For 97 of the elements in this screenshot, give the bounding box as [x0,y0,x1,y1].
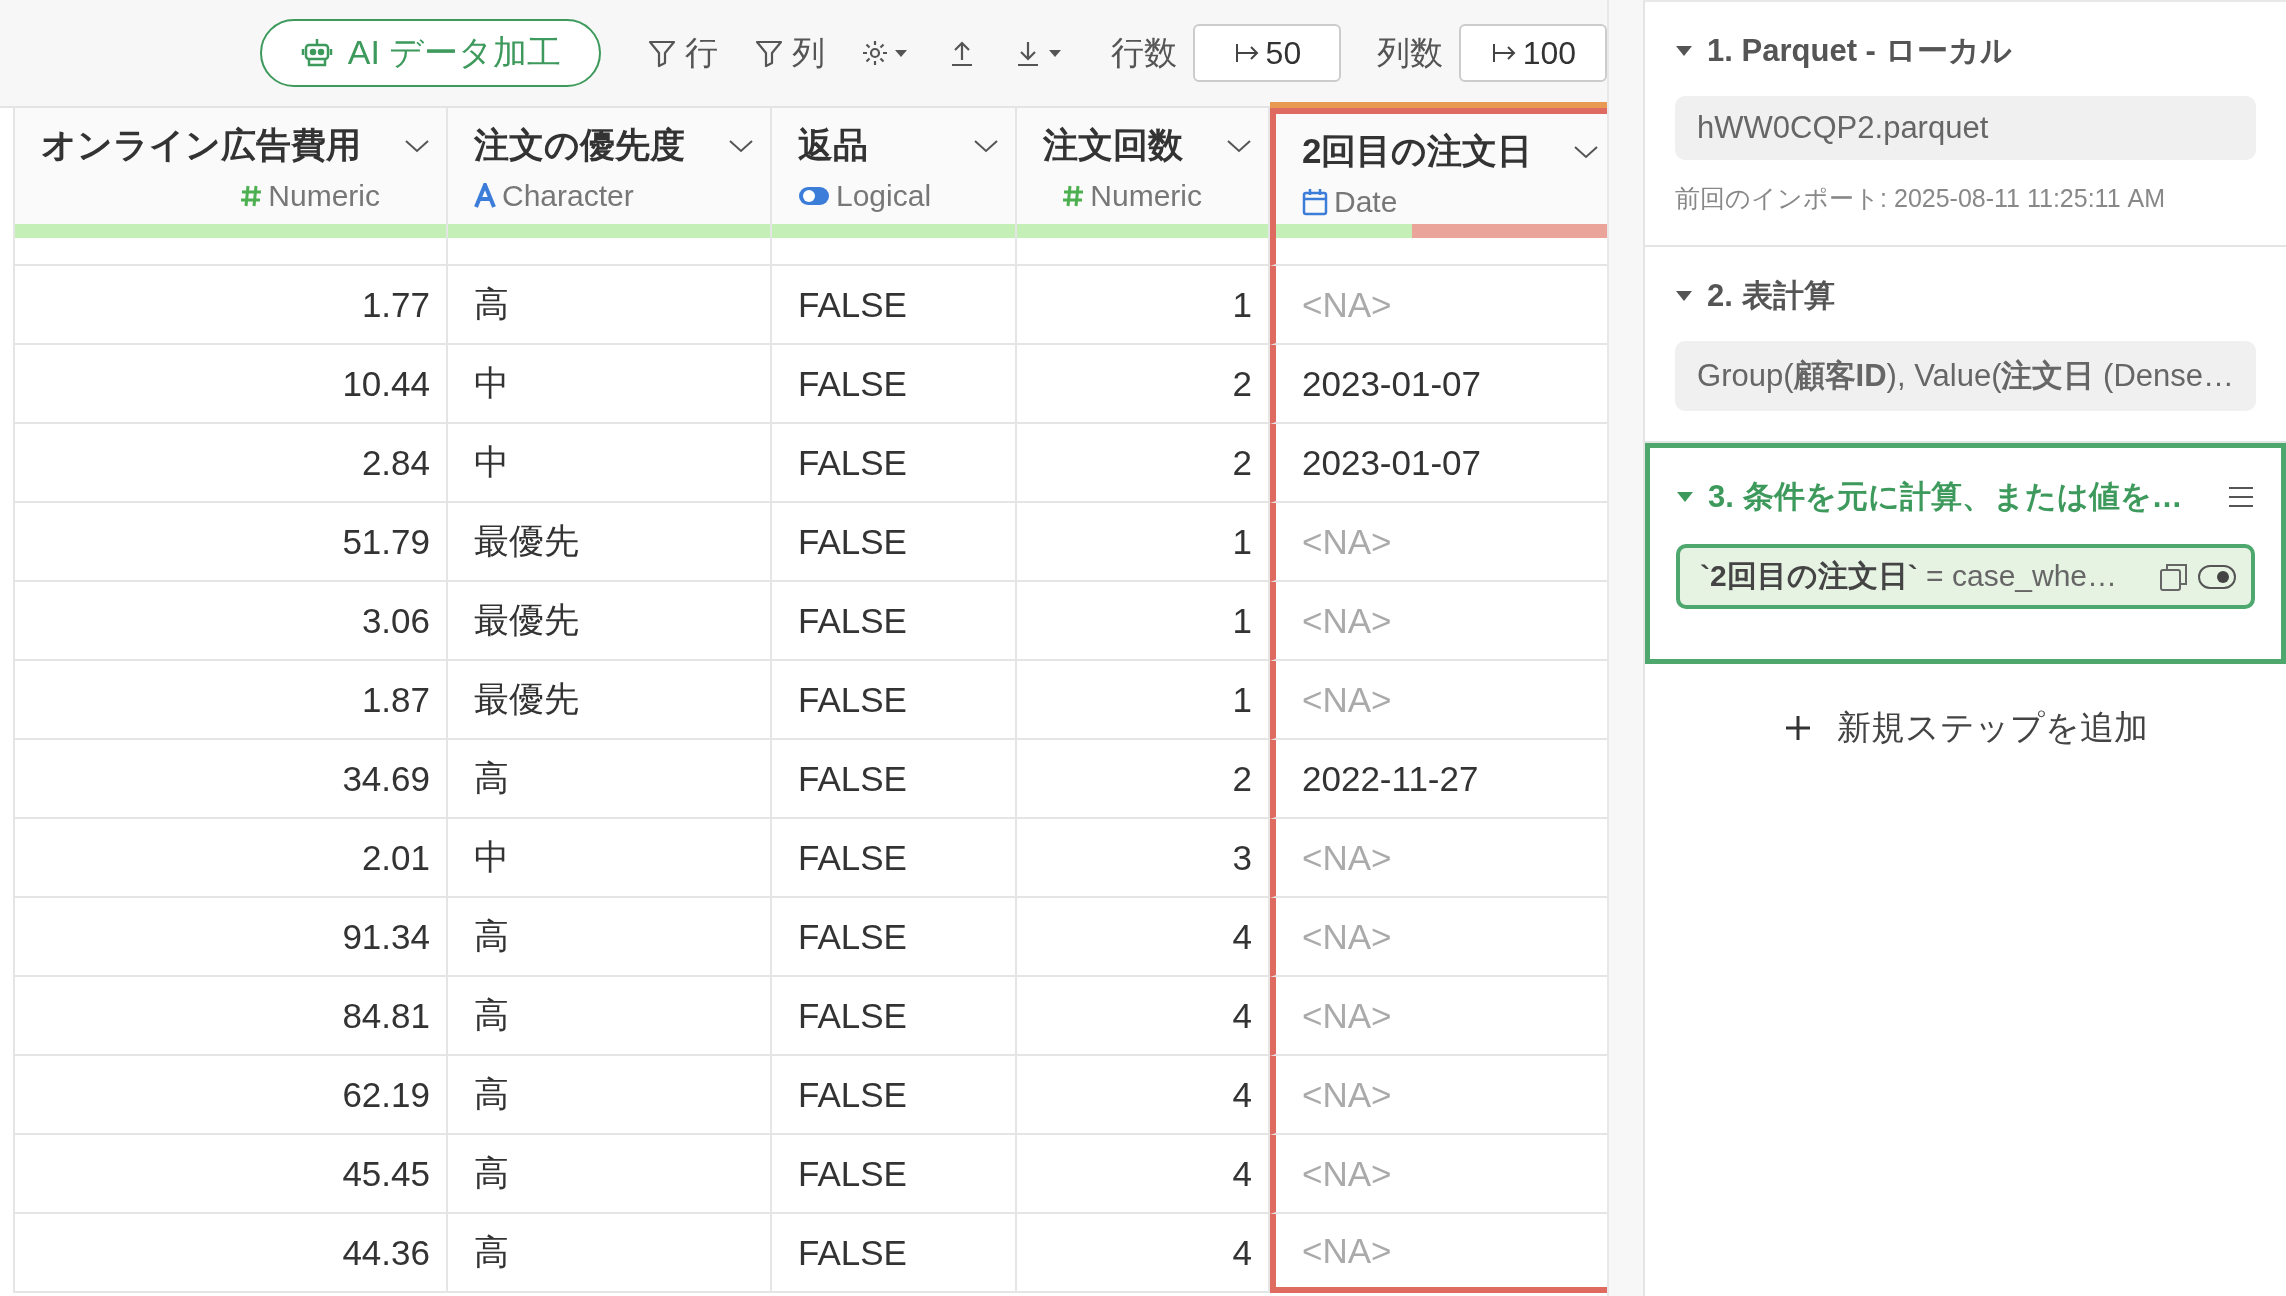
table-cell: FALSE [772,266,1017,345]
table-cell: 1 [1017,266,1270,345]
ai-data-button[interactable]: AI データ加工 [259,19,602,87]
table-cell: 2.84 [13,424,448,503]
step-title[interactable]: 1. Parquet - ローカル [1707,30,2256,72]
chevron-down-icon [1226,137,1252,154]
filter-icon [647,38,678,68]
table-cell: 4 [1017,898,1270,977]
chevron-down-icon [404,137,430,154]
table-cell: 4 [1017,1214,1270,1293]
column-type: Date [1334,185,1398,219]
table-cell: 91.34 [13,898,448,977]
add-step-button[interactable]: 新規ステップを追加 [1777,704,2155,752]
chevron-down-icon [1573,143,1599,160]
step-title[interactable]: 2. 表計算 [1707,275,2256,317]
column-header[interactable]: 注文回数 Numeric [1017,108,1270,224]
chevron-down-icon [973,137,999,154]
step-note: 前回のインポート: 2025-08-11 11:25:11 AM [1675,183,2167,214]
table-cell: 34.69 [13,740,448,819]
table-cell: 2 [1017,740,1270,819]
table-cell: FALSE [772,582,1017,661]
table-cell: 1 [1017,582,1270,661]
table-cell: 高 [448,266,772,345]
table-cell: 2.01 [13,819,448,898]
table-cell: 中 [448,424,772,503]
step-panel[interactable]: 3. 条件を元に計算、または値を… `2回目の注文日` = case_whe… [1645,443,2286,664]
step-title[interactable]: 3. 条件を元に計算、または値を… [1708,476,2213,518]
table-cell: FALSE [772,740,1017,819]
table-cell: 1.87 [13,661,448,740]
table-cell: FALSE [772,1135,1017,1214]
hash-icon [240,184,263,208]
table-cell: 3 [1017,819,1270,898]
table-cell: 中 [448,819,772,898]
column-type: Logical [836,179,932,213]
table-cell: 10.44 [13,345,448,424]
filter-icon [754,38,785,68]
table-cell: 2 [1017,345,1270,424]
triangle-down-icon[interactable] [1675,44,1694,58]
table-cell: 最優先 [448,503,772,582]
command-chip[interactable]: `2回目の注文日` = case_whe… [1676,544,2255,609]
step-panel[interactable]: 2. 表計算 Group(顧客ID), Value(注文日 (Dense… [1645,247,2286,443]
table-cell: 84.81 [13,977,448,1056]
column-type: Character [502,179,634,213]
table-cell: 高 [448,1056,772,1135]
table-cell: FALSE [772,977,1017,1056]
toggle-icon [798,185,830,207]
table-cell: 2 [1017,424,1270,503]
column-header[interactable]: 注文の優先度 Character [448,108,772,224]
table-cell: 44.36 [13,1214,448,1293]
table-cell: 45.45 [13,1135,448,1214]
table-cell: 1 [1017,661,1270,740]
column-filter-button[interactable]: 列 [744,30,836,76]
letter-a-icon [474,183,496,209]
chevron-down-icon [728,137,754,154]
menu-icon[interactable] [2227,485,2255,509]
table-cell: 高 [448,1135,772,1214]
table-cell: FALSE [772,661,1017,740]
table-cell: 1.77 [13,266,448,345]
table-cell: FALSE [772,503,1017,582]
table-cell: 3.06 [13,582,448,661]
table-cell: 4 [1017,1135,1270,1214]
step-detail: hWW0CQP2.parquet [1675,96,2256,160]
row-count-label: 行数 [1111,32,1178,73]
table-cell: 高 [448,740,772,819]
column-type: Numeric [268,179,380,213]
column-header[interactable]: オンライン広告費用 Numeric [13,108,448,224]
table-cell: FALSE [772,1214,1017,1293]
triangle-down-icon[interactable] [1675,289,1694,303]
table-cell: 中 [448,345,772,424]
triangle-down-icon[interactable] [1676,490,1695,504]
step-panel[interactable]: 1. Parquet - ローカル hWW0CQP2.parquet 前回のインポート: 2025-08-11 11:25:11 AM [1645,2,2286,247]
table-cell: FALSE [772,345,1017,424]
table-cell: 1 [1017,503,1270,582]
row-filter-button[interactable]: 行 [637,30,729,76]
eye-toggle-icon[interactable] [2197,563,2237,590]
table-cell: 4 [1017,1056,1270,1135]
column-type: Numeric [1090,179,1202,213]
table-cell: 62.19 [13,1056,448,1135]
calendar-icon [1302,188,1328,216]
copy-icon[interactable] [2159,561,2189,592]
hash-icon [1062,184,1085,208]
table-cell: 最優先 [448,582,772,661]
table-cell: 高 [448,1214,772,1293]
table-cell: 高 [448,898,772,977]
column-count-label: 列数 [1377,32,1444,73]
table-cell: 4 [1017,977,1270,1056]
step-detail: Group(顧客ID), Value(注文日 (Dense… [1675,341,2256,411]
table-cell: 高 [448,977,772,1056]
table-cell: 最優先 [448,661,772,740]
table-cell: FALSE [772,819,1017,898]
column-count-field[interactable]: 100 [1459,24,1608,82]
table-cell: FALSE [772,424,1017,503]
table-cell: 51.79 [13,503,448,582]
table-cell: FALSE [772,898,1017,977]
table-cell: FALSE [772,1056,1017,1135]
row-count-field[interactable]: 50 [1193,24,1342,82]
column-header[interactable]: 返品 Logical [772,108,1017,224]
